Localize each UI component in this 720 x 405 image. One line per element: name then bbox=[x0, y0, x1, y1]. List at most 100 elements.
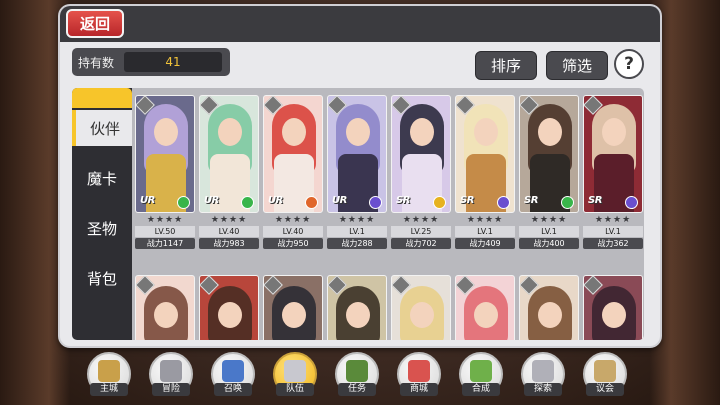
rarity-label: SR bbox=[588, 195, 602, 206]
element-icon bbox=[369, 196, 382, 209]
element-icon bbox=[177, 196, 190, 209]
partner-card[interactable] bbox=[135, 275, 195, 340]
partner-card[interactable] bbox=[199, 275, 259, 340]
element-icon bbox=[561, 196, 574, 209]
crossed-swords-icon bbox=[160, 360, 182, 382]
level-label: LV.1 bbox=[455, 226, 515, 237]
element-icon bbox=[497, 196, 510, 209]
back-button[interactable]: 返回 bbox=[66, 9, 124, 38]
partner-portrait: SR bbox=[583, 95, 643, 213]
partner-card[interactable]: UR ★★★★ LV.50 战力1147 bbox=[135, 95, 195, 249]
partner-card[interactable]: SR ★★★★ LV.1 战力409 bbox=[455, 95, 515, 249]
nav-shop[interactable]: 商城 bbox=[394, 352, 444, 402]
power-label: 战力362 bbox=[583, 238, 643, 249]
partner-portrait: UR bbox=[327, 95, 387, 213]
nav-label: 商城 bbox=[400, 383, 438, 396]
tab-partners[interactable]: 伙伴 bbox=[72, 110, 134, 146]
power-label: 战力288 bbox=[327, 238, 387, 249]
nav-summon-cards[interactable]: 召唤 bbox=[208, 352, 258, 402]
rarity-label: UR bbox=[204, 195, 219, 206]
portrait-face bbox=[410, 118, 434, 146]
nav-team-crest[interactable]: 队伍 bbox=[270, 352, 320, 402]
summon-cards-icon bbox=[222, 360, 244, 382]
owned-count-value: 41 bbox=[124, 52, 222, 72]
portrait-face bbox=[282, 118, 306, 146]
partner-portrait: SR bbox=[519, 95, 579, 213]
nav-explore[interactable]: 探索 bbox=[518, 352, 568, 402]
element-icon bbox=[241, 196, 254, 209]
council-icon bbox=[594, 360, 616, 382]
side-tabs: 伙伴 魔卡 圣物 背包 bbox=[72, 88, 134, 340]
partner-card[interactable] bbox=[263, 275, 323, 340]
nav-label: 任务 bbox=[338, 383, 376, 396]
level-label: LV.1 bbox=[583, 226, 643, 237]
help-button[interactable]: ? bbox=[614, 49, 644, 79]
star-rating: ★★★★ bbox=[146, 215, 184, 225]
tab-relics[interactable]: 圣物 bbox=[72, 210, 132, 246]
nav-label: 冒险 bbox=[152, 383, 190, 396]
partner-card[interactable]: SR ★★★★ LV.1 战力362 bbox=[583, 95, 643, 249]
shop-icon bbox=[408, 360, 430, 382]
quest-book-icon bbox=[346, 360, 368, 382]
portrait-face bbox=[218, 302, 242, 328]
partner-card[interactable] bbox=[327, 275, 387, 340]
portrait-face bbox=[218, 118, 242, 146]
portrait-face bbox=[154, 302, 178, 328]
nav-crossed-swords[interactable]: 冒险 bbox=[146, 352, 196, 402]
star-rating: ★★★★ bbox=[594, 215, 632, 225]
sort-button[interactable]: 排序 bbox=[475, 51, 537, 80]
power-label: 战力950 bbox=[263, 238, 323, 249]
partner-portrait: SR bbox=[391, 95, 451, 213]
star-rating: ★★★★ bbox=[530, 215, 568, 225]
team-crest-icon bbox=[284, 360, 306, 382]
star-rating: ★★★★ bbox=[466, 215, 504, 225]
portrait-face bbox=[346, 118, 370, 146]
nav-quest-book[interactable]: 任务 bbox=[332, 352, 382, 402]
team-panel: 返回 持有数 41 排序 筛选 ? 伙伴 魔卡 圣物 背包 UR ★★★★ LV… bbox=[58, 4, 662, 348]
portrait-face bbox=[474, 302, 498, 328]
power-label: 战力1147 bbox=[135, 238, 195, 249]
partner-card[interactable]: UR ★★★★ LV.40 战力983 bbox=[199, 95, 259, 249]
tab-magic-cards[interactable]: 魔卡 bbox=[72, 160, 132, 196]
bottom-nav: 主城 冒险 召唤 队伍 任务 商城 合成 探索 议会 bbox=[84, 352, 644, 402]
explore-icon bbox=[532, 360, 554, 382]
nav-label: 主城 bbox=[90, 383, 128, 396]
partner-portrait: UR bbox=[135, 95, 195, 213]
partner-portrait: UR bbox=[263, 95, 323, 213]
partner-grid: UR ★★★★ LV.50 战力1147 UR ★★★★ LV.40 战力983… bbox=[132, 88, 644, 340]
portrait-face bbox=[410, 302, 434, 328]
portrait-face bbox=[602, 118, 626, 146]
nav-label: 探索 bbox=[524, 383, 562, 396]
partner-card[interactable] bbox=[455, 275, 515, 340]
castle-icon bbox=[98, 360, 120, 382]
rarity-label: UR bbox=[332, 195, 347, 206]
owned-count-label: 持有数 bbox=[78, 55, 115, 70]
filter-button[interactable]: 筛选 bbox=[546, 51, 608, 80]
power-label: 战力400 bbox=[519, 238, 579, 249]
portrait-face bbox=[346, 302, 370, 328]
panel-topbar: 返回 bbox=[60, 6, 660, 42]
level-label: LV.1 bbox=[519, 226, 579, 237]
nav-craft[interactable]: 合成 bbox=[456, 352, 506, 402]
star-rating: ★★★★ bbox=[274, 215, 312, 225]
partner-card[interactable] bbox=[391, 275, 451, 340]
tab-backpack[interactable]: 背包 bbox=[72, 260, 132, 296]
level-label: LV.1 bbox=[327, 226, 387, 237]
rarity-label: UR bbox=[140, 195, 155, 206]
rarity-label: UR bbox=[268, 195, 283, 206]
portrait-face bbox=[538, 118, 562, 146]
portrait-face bbox=[154, 118, 178, 146]
owned-count: 持有数 41 bbox=[72, 48, 230, 76]
partner-card[interactable]: UR ★★★★ LV.40 战力950 bbox=[263, 95, 323, 249]
rarity-label: SR bbox=[524, 195, 538, 206]
partner-card[interactable] bbox=[583, 275, 643, 340]
partner-card[interactable]: SR ★★★★ LV.1 战力400 bbox=[519, 95, 579, 249]
power-label: 战力702 bbox=[391, 238, 451, 249]
nav-council[interactable]: 议会 bbox=[580, 352, 630, 402]
power-label: 战力409 bbox=[455, 238, 515, 249]
portrait-face bbox=[474, 118, 498, 146]
partner-card[interactable]: UR ★★★★ LV.1 战力288 bbox=[327, 95, 387, 249]
nav-castle[interactable]: 主城 bbox=[84, 352, 134, 402]
partner-card[interactable] bbox=[519, 275, 579, 340]
partner-card[interactable]: SR ★★★★ LV.25 战力702 bbox=[391, 95, 451, 249]
